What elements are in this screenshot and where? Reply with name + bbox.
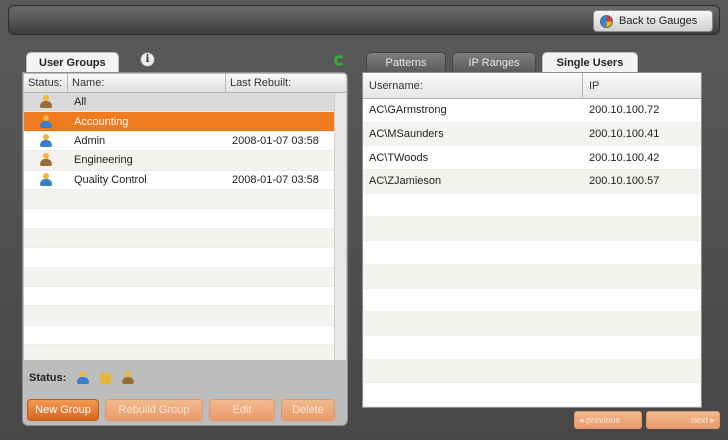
empty-row	[363, 217, 701, 242]
tab-single-users[interactable]: Single Users	[542, 52, 638, 72]
table-row[interactable]: Accounting	[24, 112, 346, 132]
status-legend: Status:	[29, 367, 339, 389]
pagination: ◂ previous next ▸	[574, 411, 720, 429]
next-page-button[interactable]: next ▸	[646, 411, 720, 429]
user-groups-panel: Status: Name: Last Rebuilt: All Accounti…	[22, 72, 348, 426]
column-name[interactable]: Name:	[68, 74, 226, 92]
edit-button[interactable]: Edit	[209, 399, 275, 421]
ip-cell: 200.10.100.42	[589, 151, 660, 164]
empty-row	[24, 326, 346, 346]
empty-row	[363, 264, 701, 289]
empty-row	[363, 289, 701, 313]
empty-row	[24, 345, 346, 360]
group-name: All	[74, 96, 87, 109]
vertical-scrollbar[interactable]	[334, 93, 346, 360]
ip-cell: 200.10.100.41	[589, 128, 660, 141]
single-users-table: Username: IP AC\GArmstrong 200.10.100.72…	[362, 72, 702, 408]
empty-row	[24, 228, 346, 249]
table-row[interactable]: All	[24, 93, 346, 113]
new-group-button[interactable]: New Group	[27, 399, 99, 421]
status-ok-icon	[76, 371, 90, 385]
empty-row	[363, 336, 701, 360]
single-users-rows: AC\GArmstrong 200.10.100.72 AC\MSaunders…	[363, 99, 701, 407]
empty-row	[24, 267, 346, 287]
empty-row	[24, 287, 346, 307]
ip-cell: 200.10.100.72	[589, 104, 660, 117]
table-row[interactable]: Quality Control 2008-01-07 03:58	[24, 171, 346, 190]
refresh-icon[interactable]	[334, 55, 345, 66]
top-bar: Back to Gauges	[8, 5, 720, 35]
group-name: Quality Control	[74, 173, 147, 186]
back-to-gauges-button[interactable]: Back to Gauges	[593, 10, 713, 32]
info-icon[interactable]: i	[140, 52, 155, 67]
column-last-rebuilt[interactable]: Last Rebuilt:	[226, 74, 346, 92]
tab-patterns[interactable]: Patterns	[366, 52, 446, 72]
group-last-rebuilt: 2008-01-07 03:58	[232, 173, 319, 186]
group-name: Accounting	[74, 115, 129, 128]
back-to-gauges-label: Back to Gauges	[619, 15, 698, 27]
username-cell: AC\MSaunders	[369, 128, 444, 141]
user-groups-table: Status: Name: Last Rebuilt: All Accounti…	[24, 74, 346, 360]
table-row[interactable]: AC\TWoods 200.10.100.42	[363, 146, 701, 171]
group-status-icon	[39, 153, 53, 167]
empty-row	[363, 241, 701, 265]
ip-cell: 200.10.100.57	[589, 175, 660, 188]
group-name: Admin	[74, 134, 106, 147]
status-pending-icon	[121, 371, 135, 385]
empty-row	[24, 189, 346, 210]
right-tab-strip: Patterns IP Ranges Single Users	[366, 52, 638, 72]
delete-button[interactable]: Delete	[281, 399, 335, 421]
table-row[interactable]: Engineering	[24, 151, 346, 171]
table-row[interactable]: Admin 2008-01-07 03:58	[24, 132, 346, 152]
empty-row	[24, 306, 346, 326]
status-legend-label: Status:	[29, 372, 67, 384]
user-groups-rows: All Accounting Admin 2008-01-07 03:58 En…	[24, 93, 346, 360]
username-cell: AC\TWoods	[369, 151, 429, 164]
username-cell: AC\GArmstrong	[369, 104, 447, 117]
previous-page-button[interactable]: ◂ previous	[574, 411, 642, 429]
group-actions: New Group Rebuild Group Edit Delete	[27, 399, 335, 421]
column-status[interactable]: Status:	[24, 74, 68, 92]
username-cell: AC\ZJamieson	[369, 175, 442, 188]
empty-row	[363, 312, 701, 336]
group-status-icon	[39, 114, 53, 129]
single-users-header: Username: IP	[363, 73, 701, 99]
group-status-icon	[39, 95, 53, 109]
empty-row	[363, 359, 701, 384]
left-tab-strip: User Groups	[26, 52, 119, 72]
table-row[interactable]: AC\MSaunders 200.10.100.41	[363, 122, 701, 147]
table-row[interactable]: AC\ZJamieson 200.10.100.57	[363, 170, 701, 194]
group-status-icon	[39, 172, 53, 187]
empty-row	[363, 383, 701, 407]
rebuild-group-button[interactable]: Rebuild Group	[105, 399, 203, 421]
table-row[interactable]: AC\GArmstrong 200.10.100.72	[363, 99, 701, 123]
gauge-icon	[600, 14, 613, 28]
empty-row	[24, 248, 346, 268]
column-ip[interactable]: IP	[583, 73, 701, 98]
empty-row	[363, 194, 701, 218]
status-locked-icon	[100, 372, 112, 384]
group-name: Engineering	[74, 154, 133, 167]
column-username[interactable]: Username:	[363, 73, 583, 98]
user-groups-header: Status: Name: Last Rebuilt:	[24, 74, 346, 93]
empty-row	[24, 209, 346, 229]
tab-user-groups[interactable]: User Groups	[26, 52, 119, 72]
group-last-rebuilt: 2008-01-07 03:58	[232, 134, 319, 147]
group-status-icon	[39, 133, 53, 148]
app-frame: Back to Gauges User Groups i Status: Nam…	[0, 0, 728, 440]
tab-ip-ranges[interactable]: IP Ranges	[452, 52, 536, 72]
